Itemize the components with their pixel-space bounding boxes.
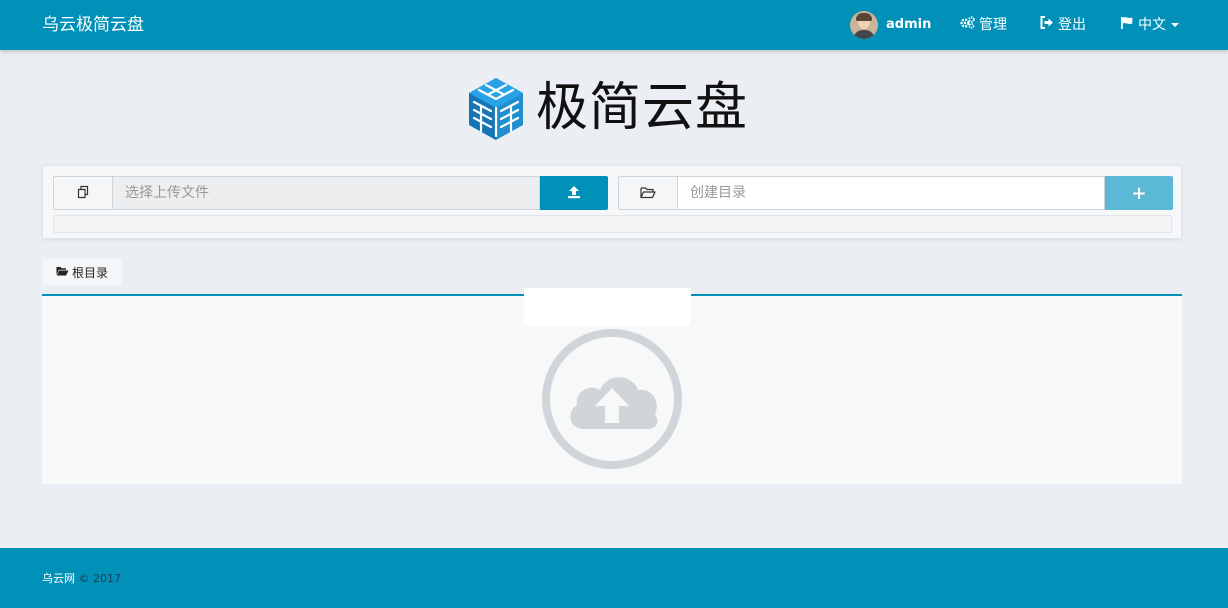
user-name[interactable]: admin — [886, 0, 931, 50]
flag-icon — [1120, 0, 1134, 50]
manage-link[interactable]: 管理 — [960, 0, 1007, 50]
logo-text: 极简云盘 — [536, 78, 749, 138]
folder-open-icon — [56, 265, 69, 279]
file-drop-area[interactable] — [42, 288, 1182, 484]
copy-files-icon — [76, 184, 90, 203]
user-avatar[interactable] — [850, 11, 878, 39]
logout-link[interactable]: 登出 — [1040, 0, 1086, 50]
folder-open-icon — [640, 184, 656, 203]
create-folder-button[interactable]: + — [1105, 176, 1173, 210]
caret-down-icon — [1171, 23, 1179, 27]
breadcrumb-root[interactable]: 根目录 — [42, 259, 123, 285]
footer-copyright: 乌云网 © 2017 — [42, 570, 121, 586]
upload-icon — [567, 184, 581, 203]
sign-out-icon — [1040, 0, 1054, 50]
language-dropdown[interactable]: 中文 — [1120, 0, 1179, 50]
breadcrumb-label: 根目录 — [72, 265, 109, 280]
manage-label: 管理 — [979, 17, 1007, 33]
upload-group — [53, 176, 608, 210]
logout-label: 登出 — [1058, 17, 1086, 33]
empty-overlay — [524, 288, 691, 326]
language-label: 中文 — [1138, 17, 1166, 33]
plus-icon: + — [1131, 182, 1147, 204]
upload-file-input[interactable] — [112, 176, 540, 210]
mkdir-group: + — [618, 176, 1173, 210]
upload-progress-bar — [53, 215, 1172, 233]
cloud-upload-icon — [542, 329, 682, 469]
file-addon[interactable] — [53, 176, 112, 210]
folder-addon — [618, 176, 677, 210]
mkdir-input[interactable] — [677, 176, 1105, 210]
upload-button[interactable] — [540, 176, 608, 210]
page-footer: 乌云网 © 2017 — [0, 548, 1228, 608]
footer-site-link[interactable]: 乌云网 — [42, 572, 75, 585]
cube-logo-icon — [469, 78, 523, 140]
upload-panel: + — [42, 165, 1182, 239]
top-navbar: 乌云极简云盘 admin 管理 登出 中文 — [0, 0, 1228, 50]
gears-icon — [960, 0, 975, 50]
brand-link[interactable]: 乌云极简云盘 — [42, 0, 144, 50]
copyright-text: © 2017 — [78, 572, 122, 585]
